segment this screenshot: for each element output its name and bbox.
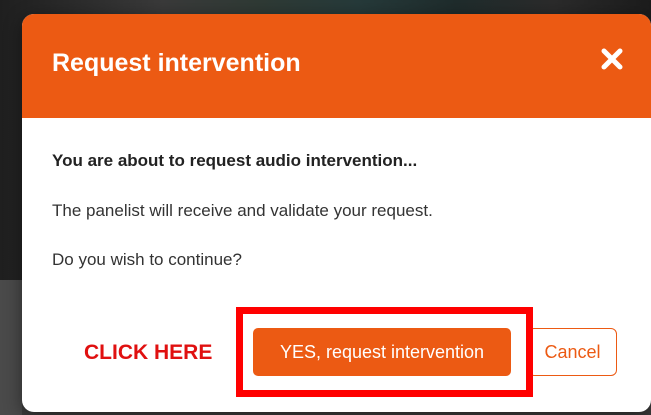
- click-here-callout: CLICK HERE: [84, 341, 213, 364]
- highlight-box: [236, 307, 533, 397]
- cancel-button[interactable]: Cancel: [528, 328, 617, 376]
- close-icon[interactable]: [599, 46, 625, 72]
- dialog-question: Do you wish to continue?: [52, 250, 242, 269]
- dialog-header: Request intervention: [22, 14, 651, 118]
- dialog-heading: You are about to request audio intervent…: [52, 151, 418, 170]
- backdrop-left-edge: [0, 280, 22, 415]
- dialog-message: The panelist will receive and validate y…: [52, 201, 433, 220]
- dialog-title: Request intervention: [52, 49, 301, 77]
